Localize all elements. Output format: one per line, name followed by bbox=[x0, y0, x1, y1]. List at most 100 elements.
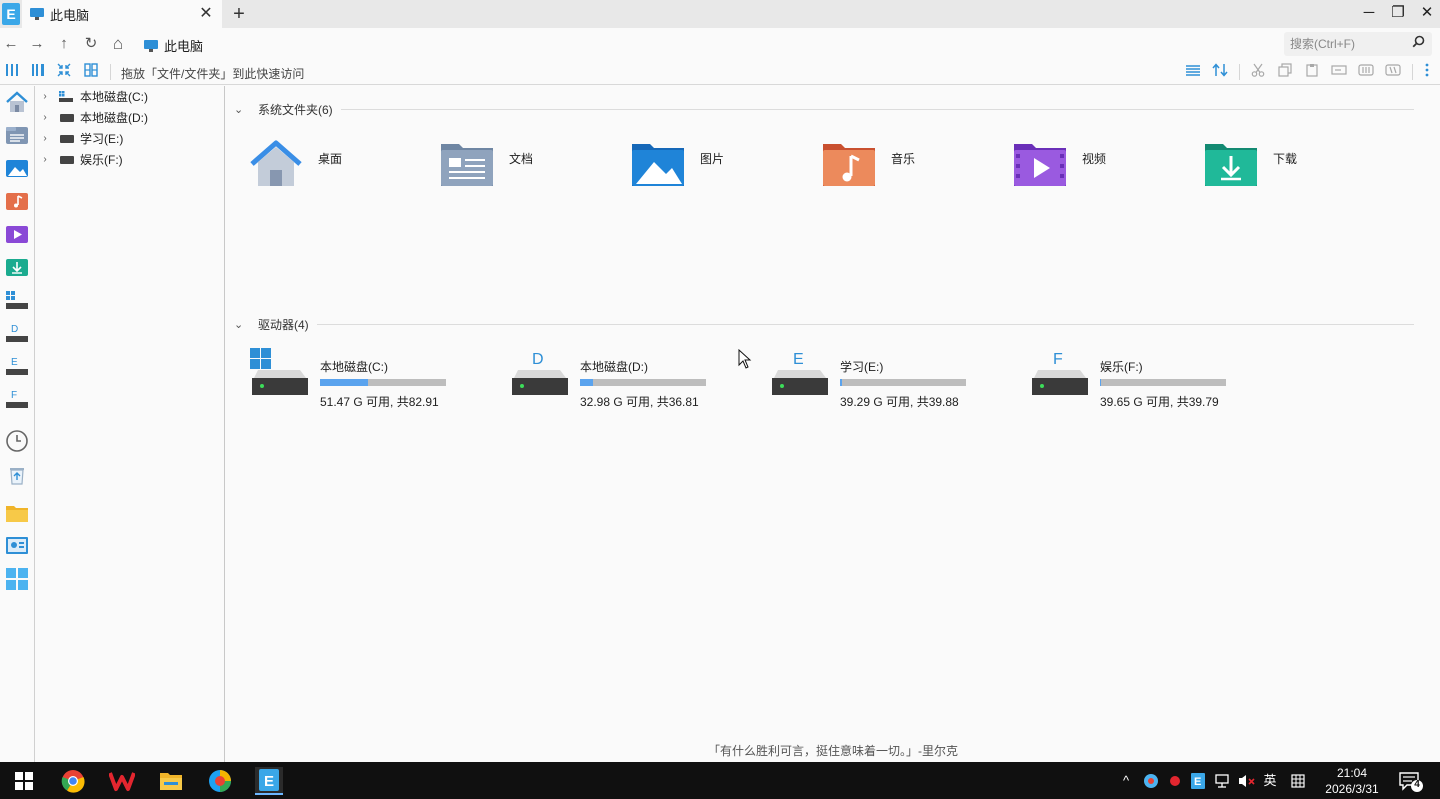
rename-icon[interactable] bbox=[1329, 62, 1349, 82]
tab-close-icon[interactable]: ✕ bbox=[196, 4, 216, 24]
tree-item-label: 本地磁盘(D:) bbox=[80, 111, 148, 125]
drive-c[interactable]: 本地磁盘(C:) 51.47 G 可用, 共82.91 bbox=[250, 348, 500, 412]
tab-title: 此电脑 bbox=[50, 7, 90, 23]
refresh-button[interactable]: ↻ bbox=[80, 33, 102, 55]
dual-pane-icon[interactable] bbox=[28, 62, 48, 82]
copy-icon[interactable] bbox=[1275, 62, 1295, 82]
drive-f[interactable]: F 娱乐(F:) 39.65 G 可用, 共39.79 bbox=[1030, 348, 1280, 412]
section-system-folders[interactable]: ⌄ 系统文件夹(6) bbox=[234, 101, 1414, 118]
back-button[interactable]: ← bbox=[0, 33, 22, 55]
view-list-icon[interactable] bbox=[1183, 62, 1203, 82]
rail-downloads-icon[interactable] bbox=[5, 255, 29, 279]
drive-usage-bar bbox=[580, 379, 706, 386]
search-input[interactable] bbox=[1290, 34, 1408, 54]
drive-usage-bar bbox=[840, 379, 966, 386]
rail-recycle-bin-icon[interactable] bbox=[5, 463, 29, 487]
collapse-icon[interactable] bbox=[54, 62, 74, 82]
rail-drive-e-icon[interactable]: E bbox=[5, 354, 29, 378]
single-pane-icon[interactable] bbox=[2, 62, 22, 82]
tree-item-drive-d[interactable]: › 本地磁盘(D:) bbox=[36, 107, 225, 128]
tab-bar: E 此电脑 ✕ + ─ ❐ ✕ bbox=[0, 0, 1440, 28]
clock-date: 2026/3/31 bbox=[1325, 782, 1379, 796]
monitor-icon bbox=[144, 39, 158, 52]
tree-item-drive-f[interactable]: › 娱乐(F:) bbox=[36, 149, 225, 170]
taskbar-clock[interactable]: 21:04 2026/3/31 bbox=[1316, 765, 1388, 797]
folder-downloads[interactable]: 下载 bbox=[1203, 140, 1383, 192]
tree-item-drive-c[interactable]: › 本地磁盘(C:) bbox=[36, 86, 225, 107]
rail-pictures-icon[interactable] bbox=[5, 156, 29, 180]
more-options-icon[interactable] bbox=[1417, 62, 1437, 82]
minimize-button[interactable]: ─ bbox=[1354, 0, 1384, 28]
cut-icon[interactable] bbox=[1248, 62, 1268, 82]
rail-videos-icon[interactable] bbox=[5, 222, 29, 246]
rail-documents-icon[interactable] bbox=[5, 123, 29, 147]
wps-office-icon[interactable] bbox=[108, 767, 136, 795]
drive-name: 学习(E:) bbox=[840, 360, 884, 374]
rail-drive-d-icon[interactable]: D bbox=[5, 321, 29, 345]
chrome-icon[interactable] bbox=[59, 767, 87, 795]
maximize-button[interactable]: ❐ bbox=[1383, 0, 1413, 28]
layout-icon[interactable] bbox=[81, 62, 101, 82]
file-explorer-icon[interactable] bbox=[157, 767, 185, 795]
properties-icon[interactable] bbox=[1356, 62, 1376, 82]
tray-app-icon[interactable] bbox=[1141, 771, 1161, 791]
expand-chevron-icon[interactable]: › bbox=[36, 133, 54, 144]
sort-icon[interactable] bbox=[1210, 62, 1230, 82]
toolbar: 拖放「文件/文件夹」到此快速访问 bbox=[0, 60, 1440, 85]
home-folder-icon bbox=[250, 140, 302, 186]
rail-folder-icon[interactable] bbox=[5, 501, 29, 525]
volume-muted-icon[interactable] bbox=[1236, 771, 1258, 791]
rail-drive-f-icon[interactable]: F bbox=[5, 387, 29, 411]
rail-drive-c-icon[interactable] bbox=[5, 288, 29, 312]
tray-overflow-chevron[interactable]: ^ bbox=[1117, 771, 1135, 791]
ime-language-indicator[interactable]: 英 bbox=[1260, 771, 1280, 791]
folder-pictures[interactable]: 图片 bbox=[630, 140, 810, 192]
tab-this-pc[interactable]: 此电脑 ✕ bbox=[22, 0, 222, 28]
rail-windows-icon[interactable] bbox=[5, 567, 29, 591]
tree-item-label: 娱乐(F:) bbox=[80, 153, 123, 167]
delete-icon[interactable] bbox=[1383, 62, 1403, 82]
window-close-button[interactable]: ✕ bbox=[1412, 0, 1440, 28]
tray-explorer-icon[interactable]: E bbox=[1188, 771, 1208, 791]
collapse-chevron-icon[interactable]: ⌄ bbox=[234, 318, 248, 331]
notification-center-icon[interactable]: 4 bbox=[1398, 771, 1424, 793]
rail-control-panel-icon[interactable] bbox=[5, 534, 29, 558]
rail-music-icon[interactable] bbox=[5, 189, 29, 213]
browser-icon[interactable] bbox=[206, 767, 234, 795]
expand-chevron-icon[interactable]: › bbox=[36, 154, 54, 165]
home-button[interactable]: ⌂ bbox=[107, 33, 129, 55]
up-button[interactable]: ↑ bbox=[53, 33, 75, 55]
folder-desktop[interactable]: 桌面 bbox=[248, 140, 428, 192]
taskbar-explorer-app-icon[interactable]: E bbox=[255, 767, 283, 795]
drive-e[interactable]: E 学习(E:) 39.29 G 可用, 共39.88 bbox=[770, 348, 1020, 412]
network-icon[interactable] bbox=[1212, 771, 1232, 791]
folder-music[interactable]: 音乐 bbox=[821, 140, 1001, 192]
tree-item-drive-e[interactable]: › 学习(E:) bbox=[36, 128, 225, 149]
expand-chevron-icon[interactable]: › bbox=[36, 112, 54, 123]
breadcrumb-label: 此电脑 bbox=[164, 39, 204, 54]
ime-keyboard-icon[interactable] bbox=[1288, 771, 1308, 791]
drive-icon bbox=[60, 155, 74, 164]
drive-usage-fill bbox=[580, 379, 594, 386]
app-logo[interactable]: E bbox=[0, 0, 22, 28]
breadcrumb[interactable]: 此电脑 bbox=[144, 36, 203, 55]
expand-chevron-icon[interactable]: › bbox=[36, 91, 54, 102]
paste-icon[interactable] bbox=[1302, 62, 1322, 82]
folder-label: 文档 bbox=[509, 152, 534, 166]
rail-recent-clock-icon[interactable] bbox=[5, 429, 29, 453]
section-drives[interactable]: ⌄ 驱动器(4) bbox=[234, 316, 1414, 333]
drive-d[interactable]: D 本地磁盘(D:) 32.98 G 可用, 共36.81 bbox=[510, 348, 760, 412]
search-box[interactable] bbox=[1284, 32, 1432, 56]
music-folder-icon bbox=[823, 144, 875, 186]
start-windows-icon[interactable] bbox=[10, 767, 38, 795]
forward-button[interactable]: → bbox=[26, 33, 48, 55]
windows-drive-icon bbox=[250, 348, 308, 395]
folder-documents[interactable]: 文档 bbox=[439, 140, 619, 192]
new-tab-button[interactable]: + bbox=[228, 3, 250, 25]
tray-record-icon[interactable] bbox=[1165, 771, 1185, 791]
folder-videos[interactable]: 视频 bbox=[1012, 140, 1192, 192]
collapse-chevron-icon[interactable]: ⌄ bbox=[234, 103, 248, 116]
rail-home-icon[interactable] bbox=[5, 90, 29, 114]
folder-label: 图片 bbox=[700, 152, 725, 166]
search-icon[interactable] bbox=[1410, 35, 1426, 51]
